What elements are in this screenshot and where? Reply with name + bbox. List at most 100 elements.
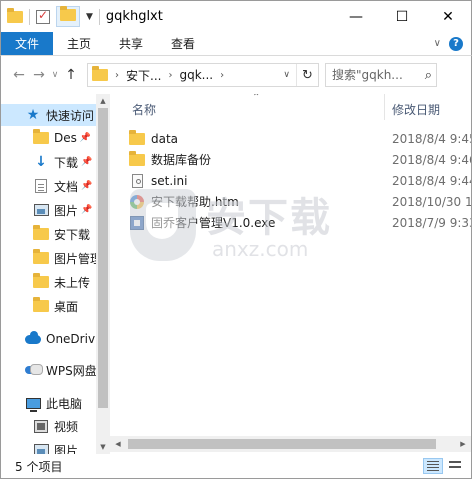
details-view-button[interactable] bbox=[423, 458, 443, 474]
sidebar-item-documents[interactable]: 文档 📌 bbox=[1, 175, 97, 197]
properties-icon[interactable] bbox=[36, 8, 50, 24]
up-button[interactable]: ↑ bbox=[61, 65, 81, 85]
close-button[interactable]: ✕ bbox=[425, 1, 471, 32]
sidebar-item-wps-cloud[interactable]: WPS网盘 bbox=[1, 359, 97, 381]
sidebar-item-label: 图片 bbox=[54, 203, 79, 218]
sidebar-item-this-pc[interactable]: 此电脑 bbox=[1, 392, 97, 414]
sidebar-item-label: 下载 bbox=[54, 155, 79, 170]
scroll-left-icon[interactable]: ◀ bbox=[110, 436, 126, 452]
folder-icon[interactable] bbox=[7, 7, 23, 23]
folder-icon bbox=[33, 225, 49, 240]
file-date: 2018/8/4 9:45 bbox=[392, 131, 472, 146]
window-controls: — ☐ ✕ bbox=[333, 1, 471, 32]
item-count: 5 个项目 bbox=[15, 459, 63, 474]
back-button[interactable]: ← bbox=[9, 65, 29, 85]
horizontal-scrollbar[interactable]: ◀ ▶ bbox=[110, 436, 471, 452]
minimize-button[interactable]: — bbox=[333, 1, 379, 32]
scroll-right-icon[interactable]: ▶ bbox=[455, 436, 471, 452]
sidebar-item-desktop-cn[interactable]: 桌面 bbox=[1, 295, 97, 317]
breadcrumb-separator-icon[interactable]: › bbox=[165, 70, 175, 81]
sidebar-scrollbar[interactable]: ▲ ▼ bbox=[96, 94, 110, 454]
sidebar-item-desktop[interactable]: Des 📌 bbox=[1, 127, 97, 149]
exe-file-icon bbox=[130, 215, 144, 230]
breadcrumb-separator-icon[interactable]: › bbox=[217, 70, 227, 81]
sidebar-item-quick-access[interactable]: ★ 快速访问 bbox=[1, 104, 97, 126]
breadcrumb-item[interactable]: gqk... bbox=[179, 68, 213, 82]
picture-icon bbox=[33, 204, 49, 216]
search-box[interactable]: ⌕ bbox=[325, 63, 437, 87]
sidebar-item-label: 图片 bbox=[54, 443, 79, 455]
list-item[interactable]: 安下载帮助.htm 2018/10/30 18 bbox=[128, 191, 471, 212]
pin-icon: 📌 bbox=[79, 133, 92, 143]
large-icons-view-button[interactable] bbox=[445, 458, 465, 474]
sidebar-item-videos[interactable]: 视频 bbox=[1, 415, 97, 437]
new-folder-button[interactable] bbox=[56, 6, 80, 27]
expand-ribbon-icon[interactable]: ∨ bbox=[434, 38, 441, 49]
folder-icon bbox=[33, 129, 49, 144]
tab-share[interactable]: 共享 bbox=[105, 32, 157, 55]
column-name[interactable]: 名称 bbox=[132, 101, 156, 118]
scroll-down-icon[interactable]: ▼ bbox=[96, 440, 110, 454]
sidebar-item-onedrive[interactable]: OneDriv bbox=[1, 328, 97, 350]
sidebar-scroll-thumb[interactable] bbox=[98, 108, 108, 408]
tab-file[interactable]: 文件 bbox=[1, 32, 54, 55]
view-switcher bbox=[423, 458, 465, 474]
file-name: data bbox=[151, 131, 179, 146]
breadcrumb-separator-icon[interactable]: › bbox=[112, 70, 122, 81]
search-icon[interactable]: ⌕ bbox=[425, 68, 432, 83]
breadcrumb-item[interactable]: 安下... bbox=[126, 67, 161, 84]
list-item[interactable]: 固乔客户管理V1.0.exe 2018/7/9 9:33 bbox=[128, 212, 472, 233]
ribbon-right: ∨ ? bbox=[434, 32, 471, 55]
status-bar: 5 个项目 bbox=[0, 454, 472, 479]
sidebar-item-pictures[interactable]: 图片 📌 bbox=[1, 199, 97, 221]
sidebar-item-label: 视频 bbox=[54, 419, 79, 434]
picture-icon bbox=[33, 444, 49, 454]
horizontal-scroll-thumb[interactable] bbox=[128, 439, 436, 449]
htm-file-icon bbox=[130, 194, 144, 209]
address-dropdown-icon[interactable]: ∨ bbox=[283, 70, 290, 80]
refresh-button[interactable]: ↻ bbox=[296, 64, 318, 86]
maximize-button[interactable]: ☐ bbox=[379, 1, 425, 32]
sidebar-item-label: 桌面 bbox=[54, 299, 79, 314]
customize-toolbar-dropdown[interactable]: ▼ bbox=[86, 12, 93, 22]
title-bar: ▼ gqkhglxt — ☐ ✕ bbox=[0, 0, 472, 32]
file-list: 名称 ⌃ 修改日期 data 2018/8/4 9:45 数据库备份 2018/… bbox=[110, 94, 472, 454]
sort-ascending-icon: ⌃ bbox=[252, 94, 261, 103]
window-title: gqkhglxt bbox=[105, 9, 163, 24]
sidebar-item-label: 图片管理 bbox=[54, 251, 97, 266]
list-item[interactable]: data 2018/8/4 9:45 bbox=[128, 128, 472, 149]
sidebar-item-anxz[interactable]: 安下载 bbox=[1, 223, 97, 245]
list-item[interactable]: 数据库备份 2018/8/4 9:46 bbox=[128, 149, 471, 170]
forward-button[interactable]: → bbox=[29, 65, 49, 85]
address-folder-icon bbox=[92, 66, 108, 81]
sidebar-item-label: 此电脑 bbox=[46, 396, 83, 411]
new-folder-icon bbox=[60, 6, 76, 21]
pin-icon: 📌 bbox=[81, 157, 93, 167]
search-input[interactable] bbox=[332, 68, 418, 82]
sidebar-item-downloads[interactable]: ↓ 下载 📌 bbox=[1, 151, 97, 173]
file-date: 2018/8/4 9:44 bbox=[392, 173, 472, 188]
folder-icon bbox=[129, 129, 145, 145]
recent-locations-dropdown[interactable]: ∨ bbox=[49, 65, 61, 85]
file-name: 固乔客户管理V1.0.exe bbox=[151, 216, 276, 230]
file-date: 2018/7/9 9:33 bbox=[392, 215, 472, 230]
tab-view[interactable]: 查看 bbox=[157, 32, 209, 55]
video-icon bbox=[34, 419, 48, 433]
tab-home[interactable]: 主页 bbox=[53, 32, 105, 55]
list-item[interactable]: set.ini 2018/8/4 9:44 bbox=[128, 170, 472, 191]
folder-icon bbox=[33, 297, 49, 312]
folder-icon bbox=[129, 150, 145, 166]
navigation-pane: ★ 快速访问 Des 📌 ↓ 下载 📌 文档 📌 图片 📌 安下载 图片管理 未… bbox=[0, 94, 110, 454]
folder-icon bbox=[33, 273, 49, 288]
address-bar[interactable]: › 安下... › gqk... › ∨ ↻ bbox=[87, 63, 319, 87]
sidebar-item-not-uploaded[interactable]: 未上传 bbox=[1, 271, 97, 293]
column-date-modified[interactable]: 修改日期 bbox=[392, 101, 440, 118]
computer-icon bbox=[25, 397, 41, 412]
sidebar-item-picture-management[interactable]: 图片管理 bbox=[1, 247, 97, 269]
sidebar-item-label: 未上传 bbox=[54, 275, 91, 290]
document-icon bbox=[35, 179, 47, 193]
sidebar-item-pictures-pc[interactable]: 图片 bbox=[1, 439, 97, 454]
column-divider[interactable] bbox=[384, 94, 385, 120]
scroll-up-icon[interactable]: ▲ bbox=[96, 94, 110, 108]
help-icon[interactable]: ? bbox=[449, 36, 463, 51]
